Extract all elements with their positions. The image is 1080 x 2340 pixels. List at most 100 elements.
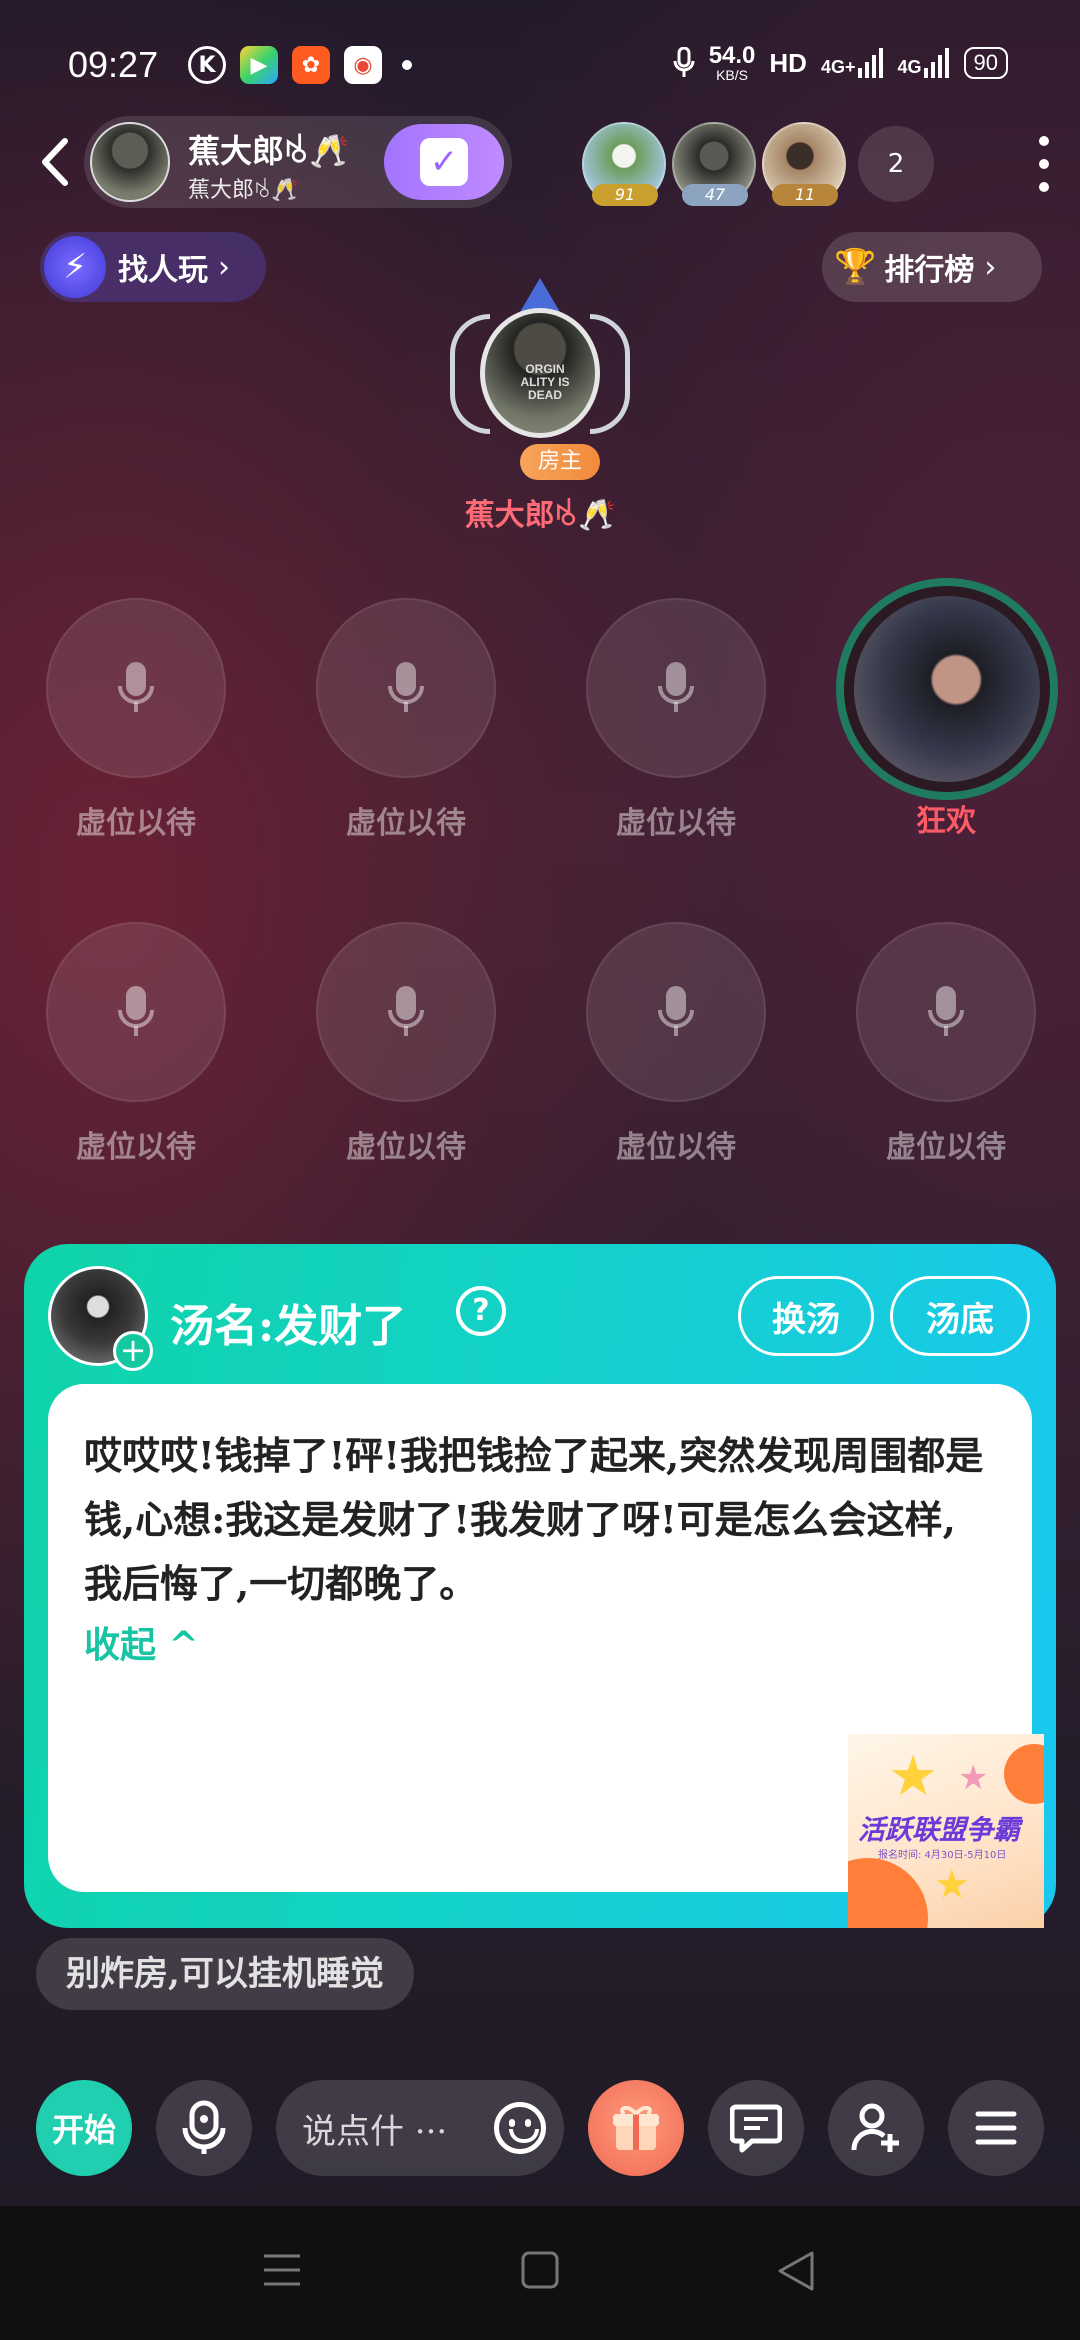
hamburger-menu-icon xyxy=(975,2111,1017,2145)
mic-seat-3[interactable]: 虚位以待 xyxy=(586,598,766,841)
recents-menu-icon[interactable] xyxy=(262,2250,302,2290)
status-app-icons: K ▶ ✿ ◉ xyxy=(188,46,412,84)
seat-label: 虚位以待 xyxy=(346,806,466,841)
host-seat[interactable]: ORGIN ALITY IS DEAD 房主 蕉大郎ꂚ🥂 xyxy=(430,278,650,548)
find-players-button[interactable]: ⚡ 找人玩 › xyxy=(40,232,266,302)
occupied-seat[interactable] xyxy=(836,578,1058,800)
host-name: 蕉大郎ꂚ🥂 xyxy=(464,498,616,533)
empty-seat[interactable] xyxy=(586,598,766,778)
room-info-pill[interactable]: 蕉大郎ꂚ🥂 蕉大郎ꂚ🥂 ✓ xyxy=(84,116,512,208)
signal-bars-icon xyxy=(857,48,883,78)
back-button[interactable] xyxy=(26,134,82,190)
event-banner[interactable]: ★ ★ ★ 活跃联盟争霸 报名时间: 4月30日-5月10日 xyxy=(848,1734,1044,1928)
invite-user-button[interactable] xyxy=(828,2080,924,2176)
signal-4g-plus: 4G+ xyxy=(821,48,884,78)
status-right: 54.0 KB/S HD 4G+ 4G 90 xyxy=(673,44,1008,82)
more-options-button[interactable] xyxy=(1034,136,1054,192)
back-arrow-icon xyxy=(42,138,68,186)
mic-seat-5[interactable]: 虚位以待 xyxy=(46,922,226,1165)
audience-count[interactable]: 2 xyxy=(858,126,934,202)
audience-avatar[interactable]: 11 xyxy=(762,122,846,206)
seat-label: 虚位以待 xyxy=(616,806,736,841)
mic-seat-1[interactable]: 虚位以待 xyxy=(46,598,226,841)
leaderboard-button[interactable]: 🏆 排行榜 › xyxy=(822,232,1042,302)
trophy-icon: 🏆 xyxy=(834,247,877,287)
soup-card: + 汤名:发财了 ? 换汤 汤底 哎哎哎!钱掉了!砰!我把钱捡了起来,突然发现周… xyxy=(24,1244,1056,1928)
chat-input-placeholder: 说点什 ··· xyxy=(302,2112,448,2152)
mic-seat-4[interactable]: 狂欢 xyxy=(836,578,1058,839)
add-user-icon xyxy=(851,2103,899,2152)
star-icon: ★ xyxy=(934,1862,970,1908)
empty-seat[interactable] xyxy=(46,598,226,778)
start-game-button[interactable]: 开始 xyxy=(36,2080,132,2176)
leaderboard-label: 排行榜 xyxy=(884,253,975,288)
event-title: 活跃联盟争霸 xyxy=(858,1815,1020,1846)
microphone-status-icon xyxy=(673,47,695,77)
back-triangle-icon[interactable] xyxy=(776,2250,816,2292)
collapse-button[interactable]: 收起 ^ xyxy=(84,1616,199,1668)
crown-icon xyxy=(520,278,560,312)
room-owner-avatar[interactable] xyxy=(90,122,170,202)
bottom-controls: 开始 说点什 ··· xyxy=(0,2080,1080,2176)
notification-dot-icon xyxy=(402,60,412,70)
mic-toggle-button[interactable] xyxy=(156,2080,252,2176)
chat-input[interactable]: 说点什 ··· xyxy=(276,2080,564,2176)
seat-label: 虚位以待 xyxy=(616,1130,736,1165)
gift-icon xyxy=(613,2106,659,2150)
room-subtitle: 蕉大郎ꂚ🥂 xyxy=(188,178,299,203)
host-shirt-text: ORGIN ALITY IS DEAD xyxy=(520,362,570,402)
empty-seat[interactable] xyxy=(316,922,496,1102)
soup-title: 汤名:发财了 xyxy=(170,1301,407,1352)
follow-room-button[interactable]: ✓ xyxy=(384,124,504,200)
event-date: 报名时间: 4月30日-5月10日 xyxy=(878,1850,1007,1861)
seat-user-avatar[interactable] xyxy=(854,596,1040,782)
soup-story-text: 哎哎哎!钱掉了!砰!我把钱捡了起来,突然发现周围都是钱,心想:我这是发财了!我发… xyxy=(84,1433,984,1606)
host-tag: 房主 xyxy=(520,444,600,480)
system-nav-bar xyxy=(0,2206,1080,2340)
empty-seat[interactable] xyxy=(586,922,766,1102)
microphone-icon xyxy=(118,662,154,712)
gift-button[interactable] xyxy=(588,2080,684,2176)
mic-seat-2[interactable]: 虚位以待 xyxy=(316,598,496,841)
add-follow-icon[interactable]: + xyxy=(113,1331,153,1371)
soup-host-avatar[interactable]: + xyxy=(48,1266,153,1371)
kuaishou-icon: ✿ xyxy=(292,46,330,84)
empty-seat[interactable] xyxy=(46,922,226,1102)
status-bar: 09:27 K ▶ ✿ ◉ 54.0 KB/S HD 4G+ 4G 90 xyxy=(0,0,1080,130)
messages-button[interactable] xyxy=(708,2080,804,2176)
lightning-icon: ⚡ xyxy=(44,236,106,298)
change-soup-button[interactable]: 换汤 xyxy=(738,1276,874,1356)
room-notice: 别炸房,可以挂机睡觉 xyxy=(36,1938,414,2010)
empty-seat[interactable] xyxy=(316,598,496,778)
microphone-icon xyxy=(928,986,964,1036)
help-icon[interactable]: ? xyxy=(456,1286,506,1336)
home-square-icon[interactable] xyxy=(520,2250,560,2290)
signal-4g-plus-label: 4G+ xyxy=(820,57,856,77)
mic-seat-6[interactable]: 虚位以待 xyxy=(316,922,496,1165)
soup-answer-button[interactable]: 汤底 xyxy=(890,1276,1030,1356)
network-speed: 54.0 KB/S xyxy=(708,42,756,83)
audience-avatar[interactable]: 91 xyxy=(582,122,666,206)
chevron-right-icon: › xyxy=(984,249,997,285)
emoji-icon[interactable] xyxy=(494,2102,546,2154)
microphone-icon xyxy=(118,986,154,1036)
mic-seat-7[interactable]: 虚位以待 xyxy=(586,922,766,1165)
room-name: 蕉大郎ꂚ🥂 xyxy=(188,132,349,170)
video-app-icon: ▶ xyxy=(240,46,278,84)
more-dots-icon xyxy=(1039,159,1049,169)
microphone-icon xyxy=(388,662,424,712)
mic-seat-8[interactable]: 虚位以待 xyxy=(856,922,1036,1165)
host-avatar[interactable]: ORGIN ALITY IS DEAD xyxy=(480,308,600,438)
room-top-bar: 蕉大郎ꂚ🥂 蕉大郎ꂚ🥂 ✓ 91 47 11 2 xyxy=(0,112,1080,212)
network-speed-unit: KB/S xyxy=(716,67,748,83)
signal-bars-icon xyxy=(923,48,949,78)
status-time: 09:27 xyxy=(68,44,159,85)
k-app-icon: K xyxy=(188,46,226,84)
map-app-icon: ◉ xyxy=(344,46,382,84)
audience-avatar[interactable]: 47 xyxy=(672,122,756,206)
host-avatar-frame: ORGIN ALITY IS DEAD 房主 xyxy=(450,278,630,480)
chevron-right-icon: › xyxy=(218,249,230,285)
network-speed-value: 54.0 xyxy=(708,42,756,69)
empty-seat[interactable] xyxy=(856,922,1036,1102)
menu-button[interactable] xyxy=(948,2080,1044,2176)
